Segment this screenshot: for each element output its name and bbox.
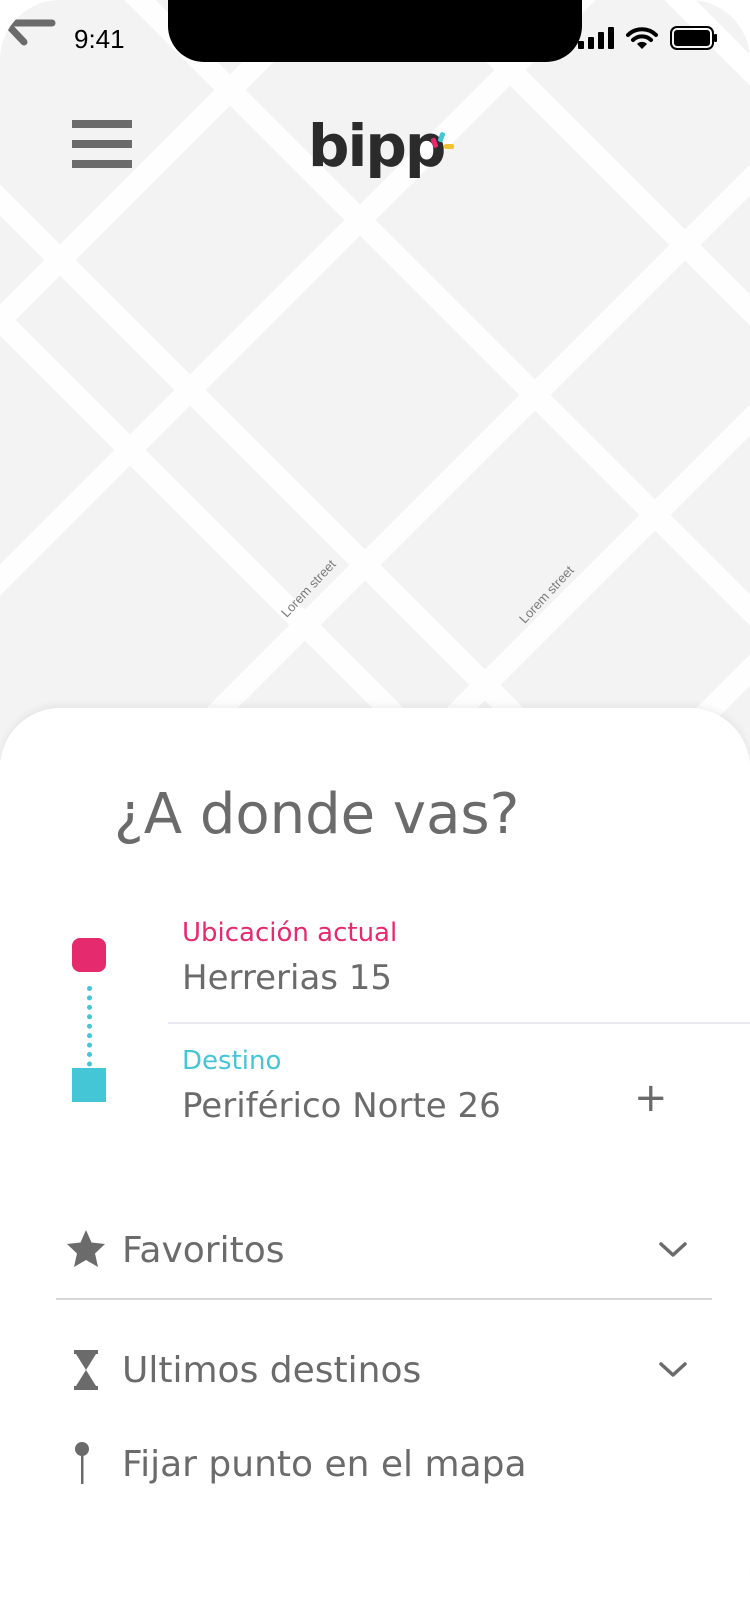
status-icons [578,26,718,50]
recent-destinations-row[interactable]: Ultimos destinos [56,1330,712,1410]
cellular-signal-icon [578,27,614,49]
destination-field[interactable]: Destino Periférico Norte 26 [182,1046,501,1126]
destination-marker-icon [72,1068,106,1102]
route-dotted-line [87,986,92,1076]
app-logo: bipp [308,112,458,188]
star-icon [67,1230,105,1267]
hourglass-icon [74,1350,98,1390]
chevron-down-icon[interactable] [658,1360,688,1380]
favorites-row[interactable]: Favoritos [56,1210,712,1290]
status-time: 9:41 [74,24,125,54]
set-map-point-label: Fijar punto en el mapa [122,1443,527,1485]
origin-label: Ubicación actual [182,918,398,948]
add-stop-button[interactable]: + [634,1078,668,1118]
sheet-title: ¿A donde vas? [114,782,520,847]
menu-bar [72,120,132,128]
field-divider [168,1022,750,1024]
wifi-icon [626,27,658,49]
row-divider [56,1298,712,1300]
logo-spark-icon [430,132,454,149]
destination-value: Periférico Norte 26 [182,1086,501,1126]
menu-bar [72,140,132,148]
destination-label: Destino [182,1046,282,1076]
menu-bar [72,160,132,168]
battery-icon [670,26,717,50]
destination-sheet: ¿A donde vas? Ubicación actual Herrerias… [0,708,750,1624]
hamburger-menu-icon[interactable] [72,120,132,168]
favorites-label: Favoritos [122,1229,285,1271]
origin-value: Herrerias 15 [182,958,393,998]
map-pin-icon [75,1442,89,1484]
recent-destinations-label: Ultimos destinos [122,1349,422,1391]
device-notch [168,0,582,62]
phone-screen: Lorem street Lorem street 9:41 bipp ¿A d… [0,0,750,1624]
back-arrow-icon[interactable] [0,0,56,46]
chevron-down-icon[interactable] [658,1240,688,1260]
origin-field[interactable]: Ubicación actual Herrerias 15 [182,918,397,998]
set-map-point-row[interactable]: Fijar punto en el mapa [56,1424,712,1504]
origin-marker-icon [72,938,106,972]
